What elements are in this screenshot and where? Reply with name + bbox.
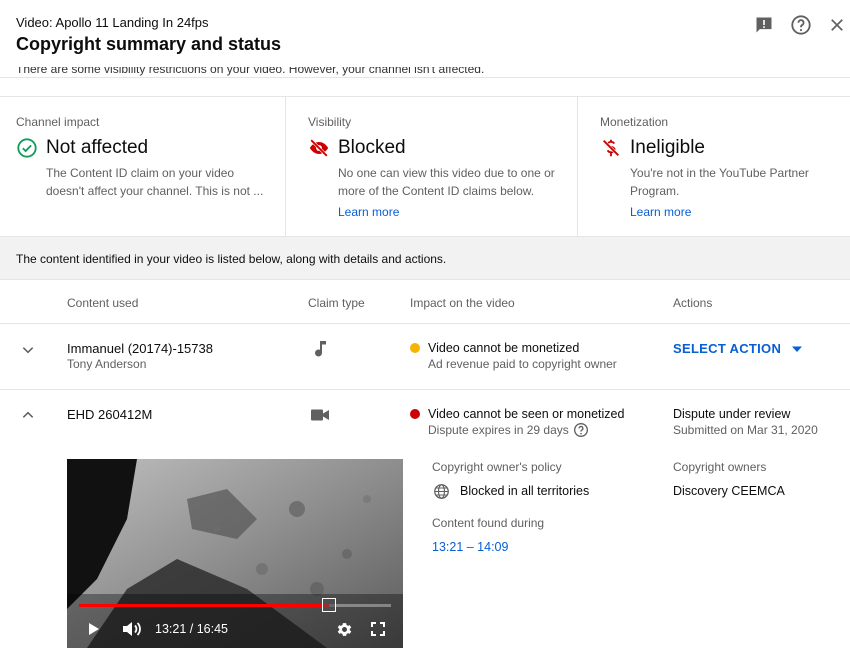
blocked-dot xyxy=(410,409,420,419)
eye-off-icon xyxy=(308,137,330,159)
globe-icon xyxy=(432,482,450,500)
visibility-learn-more-link[interactable]: Learn more xyxy=(338,205,399,219)
monetization-heading: Monetization xyxy=(600,115,669,129)
summary-panel: Channel impact Not affected The Content … xyxy=(0,96,850,237)
caret-down-icon xyxy=(791,341,803,356)
dollar-off-icon xyxy=(600,137,622,159)
dispute-status: Dispute under review xyxy=(673,407,791,421)
col-claim-type: Claim type xyxy=(308,296,365,310)
dispute-submitted: Submitted on Mar 31, 2020 xyxy=(673,423,818,437)
content-owner: Tony Anderson xyxy=(67,357,147,371)
visibility-notice-clipped: There are some visibility restrictions o… xyxy=(16,67,485,76)
impact-title: Video cannot be seen or monetized xyxy=(428,407,625,421)
col-impact: Impact on the video xyxy=(410,296,515,310)
table-row-expanded[interactable]: EHD 260412M Video cannot be seen or mone… xyxy=(0,390,850,661)
playback-time: 13:21 / 16:45 xyxy=(155,622,228,636)
progress-fill xyxy=(79,604,329,607)
found-during-label: Content found during xyxy=(432,516,545,530)
table-header: Content used Claim type Impact on the vi… xyxy=(0,280,850,324)
channel-impact-heading: Channel impact xyxy=(16,115,100,129)
music-note-icon xyxy=(310,339,330,359)
impact-subtitle: Dispute expires in 29 days xyxy=(428,422,589,438)
page-title: Copyright summary and status xyxy=(16,34,282,54)
content-info-text: The content identified in your video is … xyxy=(16,252,447,266)
help-icon[interactable] xyxy=(790,14,812,36)
policy-value: Blocked in all territories xyxy=(460,484,590,498)
monetization-desc: You're not in the YouTube Partner Progra… xyxy=(630,166,809,198)
visibility-heading: Visibility xyxy=(308,115,352,129)
channel-impact-desc: The Content ID claim on your video doesn… xyxy=(46,166,264,198)
fullscreen-icon[interactable] xyxy=(369,620,387,638)
visibility-desc: No one can view this video due to one or… xyxy=(338,166,555,198)
visibility-status: Blocked xyxy=(308,137,406,159)
impact-title: Video cannot be monetized xyxy=(428,341,580,355)
warning-dot xyxy=(410,343,420,353)
chevron-down-icon[interactable] xyxy=(18,340,38,360)
content-title: Immanuel (20174)-15738 xyxy=(67,341,213,356)
scrubber-handle[interactable] xyxy=(321,598,336,612)
col-actions: Actions xyxy=(673,296,713,310)
progress-bar[interactable] xyxy=(79,598,391,612)
video-label: Video: Apollo 11 Landing In 24fps xyxy=(16,15,209,30)
help-icon[interactable] xyxy=(573,422,589,438)
channel-impact-status: Not affected xyxy=(16,137,148,159)
settings-gear-icon[interactable] xyxy=(335,620,353,638)
volume-icon[interactable] xyxy=(121,620,143,638)
select-action-button[interactable]: SELECT ACTION xyxy=(673,341,803,356)
feedback-icon[interactable] xyxy=(753,14,775,36)
video-camera-icon xyxy=(310,405,330,425)
video-player[interactable]: 13:21 / 16:45 xyxy=(67,459,403,648)
impact-subtitle: Ad revenue paid to copyright owner xyxy=(428,357,617,371)
dialog-header: Video: Apollo 11 Landing In 24fps Copyri… xyxy=(0,0,850,78)
close-icon[interactable] xyxy=(826,14,848,36)
content-info-bar: The content identified in your video is … xyxy=(0,236,850,280)
table-row[interactable]: Immanuel (20174)-15738 Tony Anderson Vid… xyxy=(0,324,850,390)
chevron-up-icon[interactable] xyxy=(18,405,38,425)
copyright-owners-value: Discovery CEEMCA xyxy=(673,484,785,498)
col-content-used: Content used xyxy=(67,296,139,310)
monetization-learn-more-link[interactable]: Learn more xyxy=(630,205,691,219)
visibility-card: Visibility Blocked No one can view this … xyxy=(286,97,578,237)
found-during-timestamp-link[interactable]: 13:21 – 14:09 xyxy=(432,540,508,554)
monetization-status: Ineligible xyxy=(600,137,705,159)
play-icon[interactable] xyxy=(85,620,103,638)
check-circle-icon xyxy=(16,137,38,159)
monetization-card: Monetization Ineligible You're not in th… xyxy=(578,97,850,237)
policy-label: Copyright owner's policy xyxy=(432,460,562,474)
content-title: EHD 260412M xyxy=(67,407,153,422)
copyright-owners-label: Copyright owners xyxy=(673,460,767,474)
channel-impact-card: Channel impact Not affected The Content … xyxy=(0,97,286,237)
